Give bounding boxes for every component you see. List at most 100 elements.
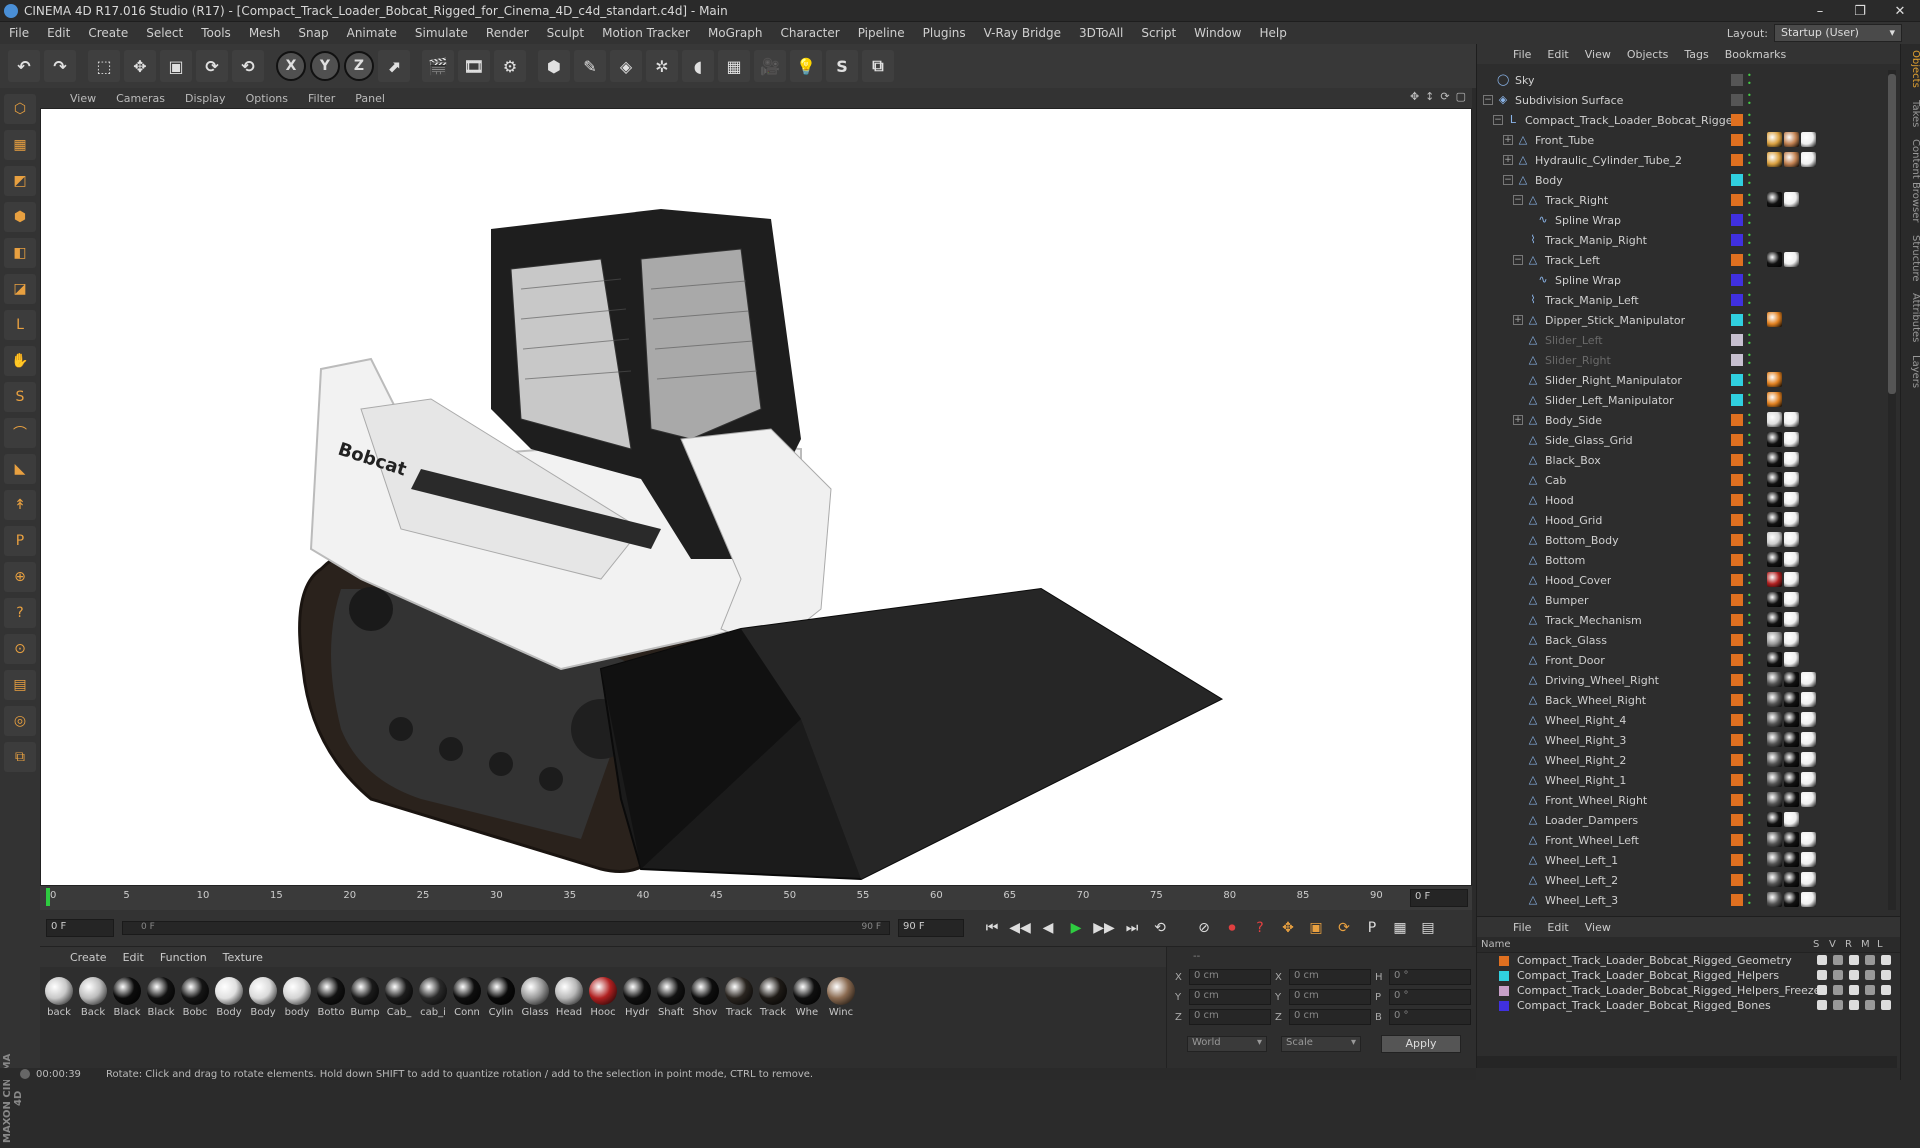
expand-toggle[interactable] [1513,735,1523,745]
tool-icon-13[interactable]: ⊕ [4,562,36,592]
menu-item-pipeline[interactable]: Pipeline [849,26,914,40]
subdivision-icon[interactable]: ◈ [610,50,642,82]
material-tag[interactable] [1784,632,1799,647]
tool-icon-3[interactable]: ⬢ [4,202,36,232]
layer-toggle-icon[interactable] [1865,1000,1875,1010]
coord-field[interactable]: 0 cm [1189,989,1271,1005]
material-tag[interactable] [1801,132,1816,147]
coord-field[interactable]: 0 ° [1389,989,1471,1005]
visibility-dots[interactable]: • • [1747,452,1755,468]
material-tag[interactable] [1767,192,1782,207]
object-menu-bookmarks[interactable]: Bookmarks [1717,48,1794,61]
layer-color-swatch[interactable] [1731,794,1743,806]
render-settings-icon[interactable]: ⚙ [494,50,526,82]
visibility-dots[interactable]: • • [1747,852,1755,868]
material-item[interactable]: Bobc [178,977,212,1018]
transport-icon-0[interactable]: ⏮ [980,916,1004,940]
object-row[interactable]: △ Wheel_Right_1 • • [1477,770,1887,790]
expand-toggle[interactable] [1513,875,1523,885]
render-picture-icon[interactable]: 🎞 [458,50,490,82]
layer-color-swatch[interactable] [1731,254,1743,266]
coord-system-icon[interactable]: ⬈ [378,50,410,82]
menu-item-character[interactable]: Character [771,26,848,40]
material-tag[interactable] [1784,892,1799,907]
object-row[interactable]: ∿ Spline Wrap • • [1477,270,1887,290]
object-row[interactable]: − L Compact_Track_Loader_Bobcat_Rigged • • [1477,110,1887,130]
layer-toggle-icon[interactable] [1865,985,1875,995]
visibility-dots[interactable]: • • [1747,712,1755,728]
object-row[interactable]: − △ Body • • [1477,170,1887,190]
coord-field[interactable]: 0 cm [1189,1009,1271,1025]
material-item[interactable]: Bump [348,977,382,1018]
layer-color-swatch[interactable] [1731,874,1743,886]
expand-toggle[interactable] [1513,375,1523,385]
object-row[interactable]: + △ Hydraulic_Cylinder_Tube_2 • • [1477,150,1887,170]
key-icon-7[interactable]: ▦ [1388,916,1412,940]
layer-color-swatch[interactable] [1731,154,1743,166]
object-row[interactable]: + △ Front_Tube • • [1477,130,1887,150]
material-tag[interactable] [1784,852,1799,867]
menu-item-render[interactable]: Render [477,26,538,40]
apply-button[interactable]: Apply [1381,1035,1461,1053]
layer-toggle-icon[interactable] [1833,985,1843,995]
expand-toggle[interactable] [1513,755,1523,765]
expand-toggle[interactable]: + [1513,315,1523,325]
object-row[interactable]: △ Wheel_Left_2 • • [1477,870,1887,890]
expand-toggle[interactable]: − [1483,95,1493,105]
tool-icon-7[interactable]: ✋ [4,346,36,376]
material-tag[interactable] [1767,452,1782,467]
transport-icon-4[interactable]: ▶▶ [1092,916,1116,940]
expand-toggle[interactable] [1513,575,1523,585]
material-tag[interactable] [1784,412,1799,427]
side-tab-structure[interactable]: Structure [1901,229,1920,288]
layer-toggle-icon[interactable] [1833,955,1843,965]
object-row[interactable]: △ Wheel_Right_2 • • [1477,750,1887,770]
visibility-dots[interactable]: • • [1747,672,1755,688]
layer-row[interactable]: Compact_Track_Loader_Bobcat_Rigged_Bones [1477,998,1900,1013]
object-row[interactable]: ∿ Spline Wrap • • [1477,210,1887,230]
material-tag[interactable] [1767,652,1782,667]
material-tag[interactable] [1801,712,1816,727]
expand-toggle[interactable] [1513,595,1523,605]
object-row[interactable]: − ◈ Subdivision Surface • • [1477,90,1887,110]
menu-item-window[interactable]: Window [1185,26,1250,40]
expand-toggle[interactable] [1513,815,1523,825]
layer-color-swatch[interactable] [1731,514,1743,526]
side-tab-takes[interactable]: Takes [1901,94,1920,133]
material-menu-texture[interactable]: Texture [215,951,271,964]
object-row[interactable]: ◯ Sky • • [1477,70,1887,90]
visibility-dots[interactable]: • • [1747,212,1755,228]
pen-icon[interactable]: ✎ [574,50,606,82]
visibility-dots[interactable]: • • [1747,312,1755,328]
visibility-dots[interactable]: • • [1747,252,1755,268]
material-tag[interactable] [1767,472,1782,487]
expand-toggle[interactable] [1513,355,1523,365]
expand-toggle[interactable] [1513,535,1523,545]
key-icon-0[interactable]: ⊘ [1192,916,1216,940]
object-row[interactable]: + △ Body_Side • • [1477,410,1887,430]
material-item[interactable]: back [42,977,76,1018]
menu-item-mograph[interactable]: MoGraph [699,26,772,40]
material-tag[interactable] [1784,712,1799,727]
visibility-dots[interactable]: • • [1747,512,1755,528]
side-tab-layers[interactable]: Layers [1901,349,1920,394]
visibility-dots[interactable]: • • [1747,772,1755,788]
layer-color-swatch[interactable] [1731,134,1743,146]
material-tag[interactable] [1784,532,1799,547]
material-tag[interactable] [1784,432,1799,447]
key-icon-5[interactable]: ⟳ [1332,916,1356,940]
object-menu-view[interactable]: View [1577,48,1619,61]
material-tag[interactable] [1784,732,1799,747]
material-tag[interactable] [1784,452,1799,467]
menu-item-mesh[interactable]: Mesh [240,26,290,40]
menu-item-tools[interactable]: Tools [192,26,240,40]
tool-icon-2[interactable]: ◩ [4,166,36,196]
material-menu-function[interactable]: Function [152,951,215,964]
layer-color-swatch[interactable] [1731,114,1743,126]
layer-color-swatch[interactable] [1731,394,1743,406]
material-tag[interactable] [1801,852,1816,867]
layer-color-swatch[interactable] [1731,574,1743,586]
menu-item-3dtoall[interactable]: 3DToAll [1070,26,1132,40]
layer-color-swatch[interactable] [1731,554,1743,566]
object-row[interactable]: △ Front_Wheel_Right • • [1477,790,1887,810]
